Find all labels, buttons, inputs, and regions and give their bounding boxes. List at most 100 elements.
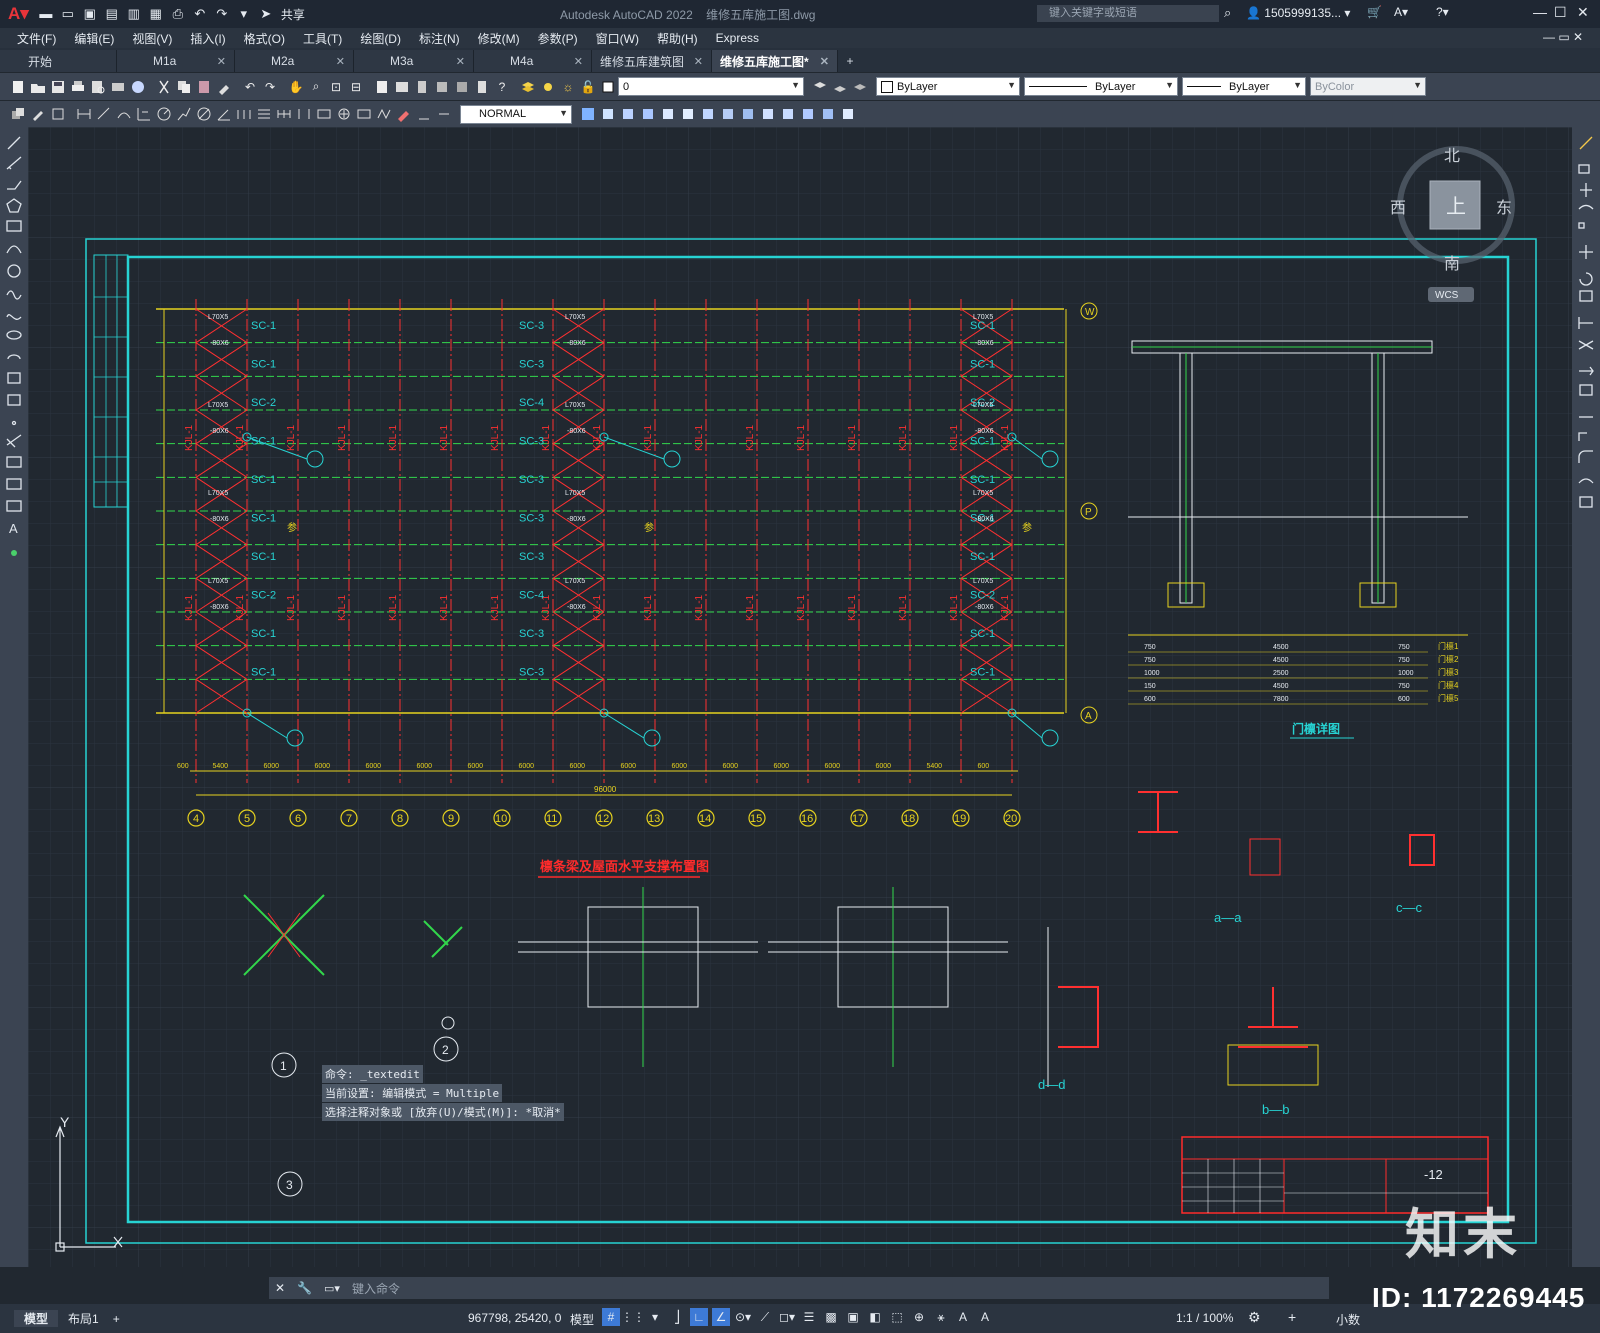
ucs-icon[interactable] — [599, 105, 617, 123]
jogged-linear-icon[interactable] — [375, 105, 393, 123]
modify-toolbar-icons[interactable] — [1572, 127, 1600, 547]
menu-parametric[interactable]: 参数(P) — [538, 30, 578, 47]
viewcube-south[interactable]: 南 — [1444, 255, 1460, 273]
grid-icon[interactable]: # — [602, 1308, 620, 1326]
arc-icon[interactable] — [6, 245, 22, 254]
cart-icon[interactable]: 🛒 — [1367, 5, 1382, 19]
table-icon[interactable] — [6, 500, 22, 512]
open-file-icon[interactable]: ▭ — [60, 6, 76, 22]
wcs-label[interactable]: WCS — [1435, 290, 1459, 301]
polar-icon[interactable]: ∠ — [712, 1308, 730, 1326]
xline-icon[interactable] — [6, 156, 22, 170]
annotation-monitor-icon[interactable]: + — [1288, 1309, 1296, 1325]
paste-icon[interactable] — [195, 78, 213, 96]
ucs-z-icon[interactable] — [819, 105, 837, 123]
selection-cycling-icon[interactable]: ▣ — [844, 1308, 862, 1326]
tab-close-icon[interactable]: ✕ — [694, 55, 703, 68]
3d-osnap-icon[interactable]: ◧ — [866, 1308, 884, 1326]
circle-icon[interactable] — [7, 264, 21, 278]
linetype-dropdown[interactable]: ByLayer ▼ — [1024, 77, 1178, 96]
search-input[interactable]: 键入关键字或短语 — [1037, 5, 1219, 22]
gradient-icon[interactable] — [6, 456, 22, 468]
menu-draw[interactable]: 绘图(D) — [360, 30, 401, 47]
open-web-icon[interactable]: ▥ — [126, 6, 142, 22]
sheet-set-icon[interactable] — [433, 78, 451, 96]
aligned-dimension-icon[interactable] — [95, 105, 113, 123]
array-icon[interactable] — [1578, 222, 1585, 229]
selection-filter-icon[interactable]: ⊕ — [910, 1308, 928, 1326]
tab-close-icon[interactable]: ✕ — [217, 55, 226, 68]
customize-quick-access-icon[interactable]: ▾ — [236, 6, 252, 22]
layer-previous-icon[interactable] — [831, 78, 849, 96]
object-snap-icon[interactable]: ◻▾ — [778, 1308, 796, 1326]
menu-format[interactable]: 格式(O) — [244, 30, 285, 47]
doc-window-controls[interactable]: — ▭ ✕ — [1543, 30, 1583, 44]
autodesk-app-icon[interactable]: A▾ — [1394, 5, 1408, 19]
transparency-icon[interactable]: ▩ — [822, 1308, 840, 1326]
menu-express[interactable]: Express — [716, 31, 759, 45]
plot-preview-icon[interactable] — [89, 78, 107, 96]
ordinate-icon[interactable] — [135, 105, 153, 123]
calculator-icon[interactable] — [473, 78, 491, 96]
stretch-icon[interactable] — [1578, 317, 1593, 329]
ucs-3point-icon[interactable] — [759, 105, 777, 123]
polygon-icon[interactable] — [6, 198, 22, 213]
ucs-world-icon[interactable] — [619, 105, 637, 123]
customize-command-icon[interactable]: 🔧 — [297, 1281, 312, 1295]
tab-close-icon[interactable]: ✕ — [820, 55, 829, 68]
tab-layout1[interactable]: 布局1 — [58, 1310, 109, 1327]
diameter-icon[interactable] — [195, 105, 213, 123]
layer-properties-icon[interactable] — [519, 78, 537, 96]
ucs-x-icon[interactable] — [779, 105, 797, 123]
ucs-previous-icon[interactable] — [639, 105, 657, 123]
tab-start[interactable]: 开始 — [0, 50, 117, 72]
dimstyle-dropdown[interactable]: NORMAL ▼ — [460, 104, 572, 124]
tool-palettes-icon[interactable] — [413, 78, 431, 96]
snap-icon[interactable]: ⋮⋮ — [621, 1308, 645, 1326]
units-display[interactable]: 小数 — [1336, 1311, 1360, 1328]
design-center-icon[interactable] — [393, 78, 411, 96]
add-selected-icon[interactable] — [11, 550, 17, 556]
redo-icon[interactable]: ↷ — [261, 78, 279, 96]
menu-tools[interactable]: 工具(T) — [303, 30, 342, 47]
zoom-window-icon[interactable]: ⊡ — [327, 78, 345, 96]
quick-dimension-icon[interactable] — [235, 105, 253, 123]
coordinates-readout[interactable]: 967798, 25420, 0 — [468, 1311, 561, 1325]
close-command-icon[interactable]: ✕ — [275, 1281, 285, 1295]
inspect-icon[interactable] — [355, 105, 373, 123]
chamfer-icon[interactable] — [1578, 432, 1587, 441]
isodraft-icon[interactable]: ⊙▾ — [734, 1308, 752, 1326]
move-icon[interactable] — [1579, 245, 1593, 259]
annotation-scale[interactable]: 1:1 / 100% — [1176, 1311, 1233, 1325]
menu-help[interactable]: 帮助(H) — [657, 30, 698, 47]
baseline-icon[interactable] — [255, 105, 273, 123]
radius-icon[interactable] — [155, 105, 173, 123]
dimension-update-icon[interactable] — [435, 105, 453, 123]
ucs-face-icon[interactable] — [659, 105, 677, 123]
rectangle-icon[interactable] — [6, 220, 22, 232]
ucs-object-icon[interactable] — [679, 105, 697, 123]
line-icon[interactable] — [7, 136, 21, 150]
make-block-icon[interactable] — [7, 394, 21, 406]
ucs-y-icon[interactable] — [799, 105, 817, 123]
ucs-view-icon[interactable] — [699, 105, 717, 123]
menu-file[interactable]: 文件(F) — [17, 30, 56, 47]
dimstyle-manager-icon[interactable] — [579, 105, 597, 123]
redo-icon[interactable]: ↷ — [214, 6, 230, 22]
extend-icon[interactable] — [1579, 366, 1594, 376]
draw-toolbar-icons[interactable]: A — [0, 127, 28, 567]
object-snap-tracking-icon[interactable]: ⟋ — [756, 1308, 774, 1326]
trim-icon[interactable] — [1578, 340, 1594, 350]
lineweight-dropdown[interactable]: ByLayer ▼ — [1182, 77, 1306, 96]
copy-object-icon[interactable] — [1578, 164, 1590, 174]
annotation-visibility-icon[interactable]: A — [954, 1308, 972, 1326]
user-account[interactable]: 👤 1505999135... ▾ — [1246, 6, 1350, 20]
explode-icon[interactable] — [1579, 496, 1593, 508]
tab-close-icon[interactable]: ✕ — [574, 55, 583, 68]
rotate-icon[interactable] — [1579, 272, 1593, 286]
viewcube-east[interactable]: 东 — [1496, 199, 1512, 217]
center-mark-icon[interactable] — [335, 105, 353, 123]
autocad-logo-icon[interactable]: A▾ — [8, 4, 29, 24]
model-space-toggle[interactable]: 模型 — [570, 1311, 594, 1328]
tab-m3a[interactable]: M3a ✕ — [354, 50, 474, 72]
